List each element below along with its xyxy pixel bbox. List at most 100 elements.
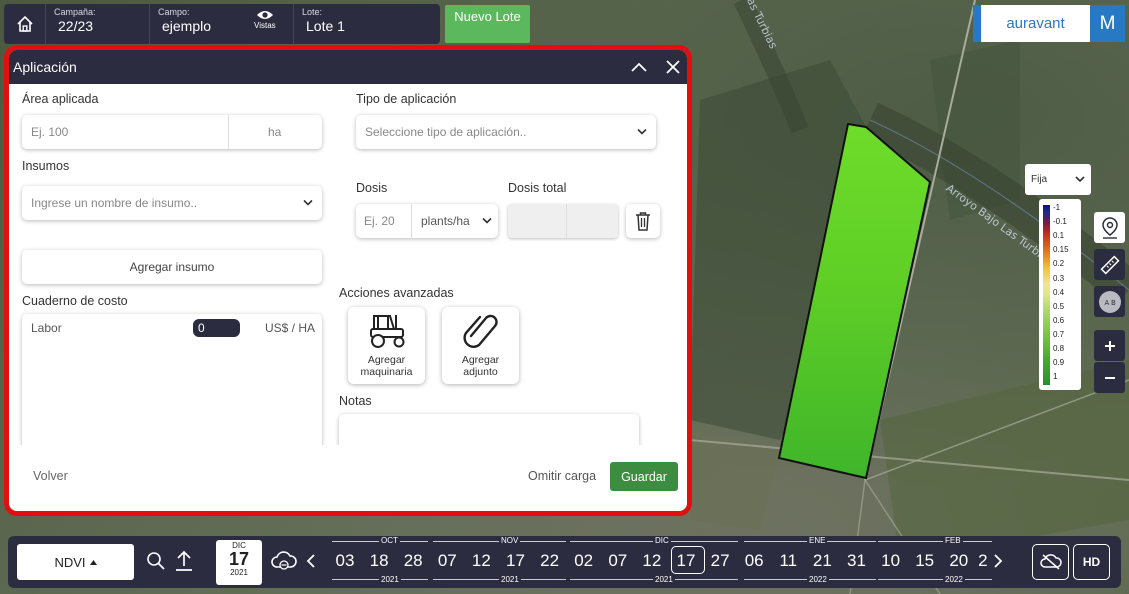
svg-text:B: B	[1111, 299, 1116, 307]
user-avatar[interactable]: M	[1090, 5, 1125, 42]
campana-selector[interactable]: Campaña: 22/23	[46, 4, 150, 44]
legend-tick: 0.3	[1053, 273, 1065, 283]
chevron-down-icon	[1075, 176, 1085, 183]
auravant-logo: auravant	[973, 5, 1090, 42]
timeline-day[interactable]: 21	[807, 551, 837, 571]
dialog-header: Aplicación	[9, 50, 687, 84]
timeline-year-label: 2021	[499, 575, 521, 584]
dosis-label: Dosis	[356, 181, 388, 195]
timeline-day[interactable]: 07	[603, 551, 633, 571]
collapse-button[interactable]	[629, 57, 649, 77]
tipo-select[interactable]: Seleccione tipo de aplicación..	[356, 115, 656, 149]
timeline-day[interactable]: 22	[535, 551, 565, 571]
dosis-input[interactable]: Ej. 20	[364, 214, 404, 228]
layer-select[interactable]: NDVI	[17, 544, 134, 580]
selected-day: 17	[228, 549, 250, 569]
insumo-select[interactable]: Ingrese un nombre de insumo..	[22, 186, 322, 220]
campo-selector[interactable]: Campo: ejemplo Vistas	[150, 4, 294, 44]
timeline-day[interactable]: 17	[501, 551, 531, 571]
notas-label: Notas	[339, 394, 372, 408]
legend-tick: 1	[1053, 372, 1058, 382]
location-button[interactable]	[1094, 212, 1125, 243]
timeline-day[interactable]: 2	[978, 551, 988, 571]
close-icon	[666, 60, 680, 74]
tractor-icon	[369, 315, 404, 348]
home-button[interactable]	[4, 4, 46, 44]
selected-date-card[interactable]: DIC 17 2021	[216, 540, 262, 585]
close-button[interactable]	[663, 57, 683, 77]
zoom-out-button[interactable]	[1094, 362, 1125, 393]
legend-tick: 0.5	[1053, 301, 1065, 311]
timeline-day[interactable]: 07	[432, 551, 462, 571]
cloud-icon	[271, 551, 297, 570]
upload-button[interactable]	[174, 550, 194, 577]
campana-label: Campaña:	[54, 7, 96, 17]
timeline-day[interactable]: 03	[330, 551, 360, 571]
timeline-year-label: 2021	[379, 575, 401, 584]
timeline-month-label: ENE	[807, 536, 828, 545]
legend-tick: -0.1	[1053, 217, 1067, 227]
scale-mode-select[interactable]: Fija	[1025, 164, 1091, 195]
dosis-field[interactable]: Ej. 20 plants/ha	[356, 204, 498, 238]
timeline-day[interactable]: 02	[569, 551, 599, 571]
dosis-unit-select[interactable]: plants/ha	[421, 214, 470, 228]
delete-insumo-button[interactable]	[626, 204, 660, 238]
insumos-label: Insumos	[22, 159, 70, 173]
dosis-total-label: Dosis total	[508, 181, 567, 195]
timeline-day[interactable]: 12	[637, 551, 667, 571]
hd-toggle-button[interactable]: HD	[1073, 544, 1110, 580]
aplicacion-dialog: Aplicación Área aplicada Ej. 100 ha Tipo…	[4, 45, 692, 516]
timeline-day[interactable]: 20	[944, 551, 974, 571]
timeline-day[interactable]: 15	[910, 551, 940, 571]
timeline-day[interactable]: 10	[876, 551, 906, 571]
agregar-adjunto-button[interactable]: Agregar adjunto	[442, 307, 519, 384]
timeline-day[interactable]: 06	[739, 551, 769, 571]
measure-button[interactable]	[1094, 249, 1125, 280]
agregar-insumo-button[interactable]: Agregar insumo	[22, 250, 322, 284]
guardar-button[interactable]: Guardar	[610, 462, 678, 491]
timeline-day[interactable]: 31	[842, 551, 872, 571]
timeline-month-label: DIC	[653, 536, 671, 545]
legend-tick: -1	[1053, 203, 1061, 212]
timeline-day[interactable]: 18	[364, 551, 394, 571]
timeline-day[interactable]: 17	[671, 551, 701, 571]
timeline-day[interactable]: 27	[705, 551, 735, 571]
chevron-down-icon	[303, 199, 313, 206]
brand-bar: auravant M	[973, 5, 1125, 42]
lote-selector[interactable]: Lote: Lote 1	[294, 4, 440, 44]
volver-button[interactable]: Volver	[33, 469, 68, 483]
labor-input[interactable]: 0	[193, 319, 240, 337]
timeline-month-label: FEB	[943, 536, 963, 545]
compare-button[interactable]: AB	[1094, 286, 1125, 317]
home-icon	[16, 15, 33, 32]
timeline-month-label: NOV	[499, 536, 521, 545]
timeline-day[interactable]: 11	[773, 551, 803, 571]
legend-tick: 0.1	[1053, 231, 1065, 241]
cloud-filter-button[interactable]	[271, 550, 297, 577]
vistas-button[interactable]: Vistas	[254, 9, 276, 30]
search-button[interactable]	[146, 551, 166, 576]
selected-year: 2021	[230, 568, 248, 577]
legend-tick: 0.2	[1053, 259, 1065, 269]
zoom-in-button[interactable]	[1094, 330, 1125, 361]
lote-value: Lote 1	[306, 18, 345, 34]
nuevo-lote-button[interactable]: Nuevo Lote	[445, 5, 530, 43]
agregar-maquinaria-button[interactable]: Agregar maquinaria	[348, 307, 425, 384]
timeline-next-button[interactable]	[994, 554, 1003, 573]
timeline-prev-button[interactable]	[306, 554, 315, 573]
tipo-label: Tipo de aplicación	[356, 92, 457, 106]
scale-mode-value: Fija	[1031, 174, 1048, 185]
dosis-total-divider	[566, 204, 567, 238]
chevron-down-icon	[637, 128, 647, 135]
cloud-toggle-button[interactable]	[1032, 544, 1069, 580]
timeline-day[interactable]: 12	[466, 551, 496, 571]
layer-value: NDVI	[54, 554, 86, 570]
agregar-adjunto-label: Agregar adjunto	[461, 354, 500, 378]
area-input[interactable]: Ej. 100	[31, 125, 68, 139]
timeline-day[interactable]: 28	[398, 551, 428, 571]
timeline-month-rule	[878, 541, 992, 542]
omitir-carga-button[interactable]: Omitir carga	[528, 469, 596, 483]
labor-unit: US$ / HA	[265, 321, 316, 335]
area-field[interactable]: Ej. 100 ha	[22, 115, 322, 149]
trash-icon	[636, 211, 650, 231]
